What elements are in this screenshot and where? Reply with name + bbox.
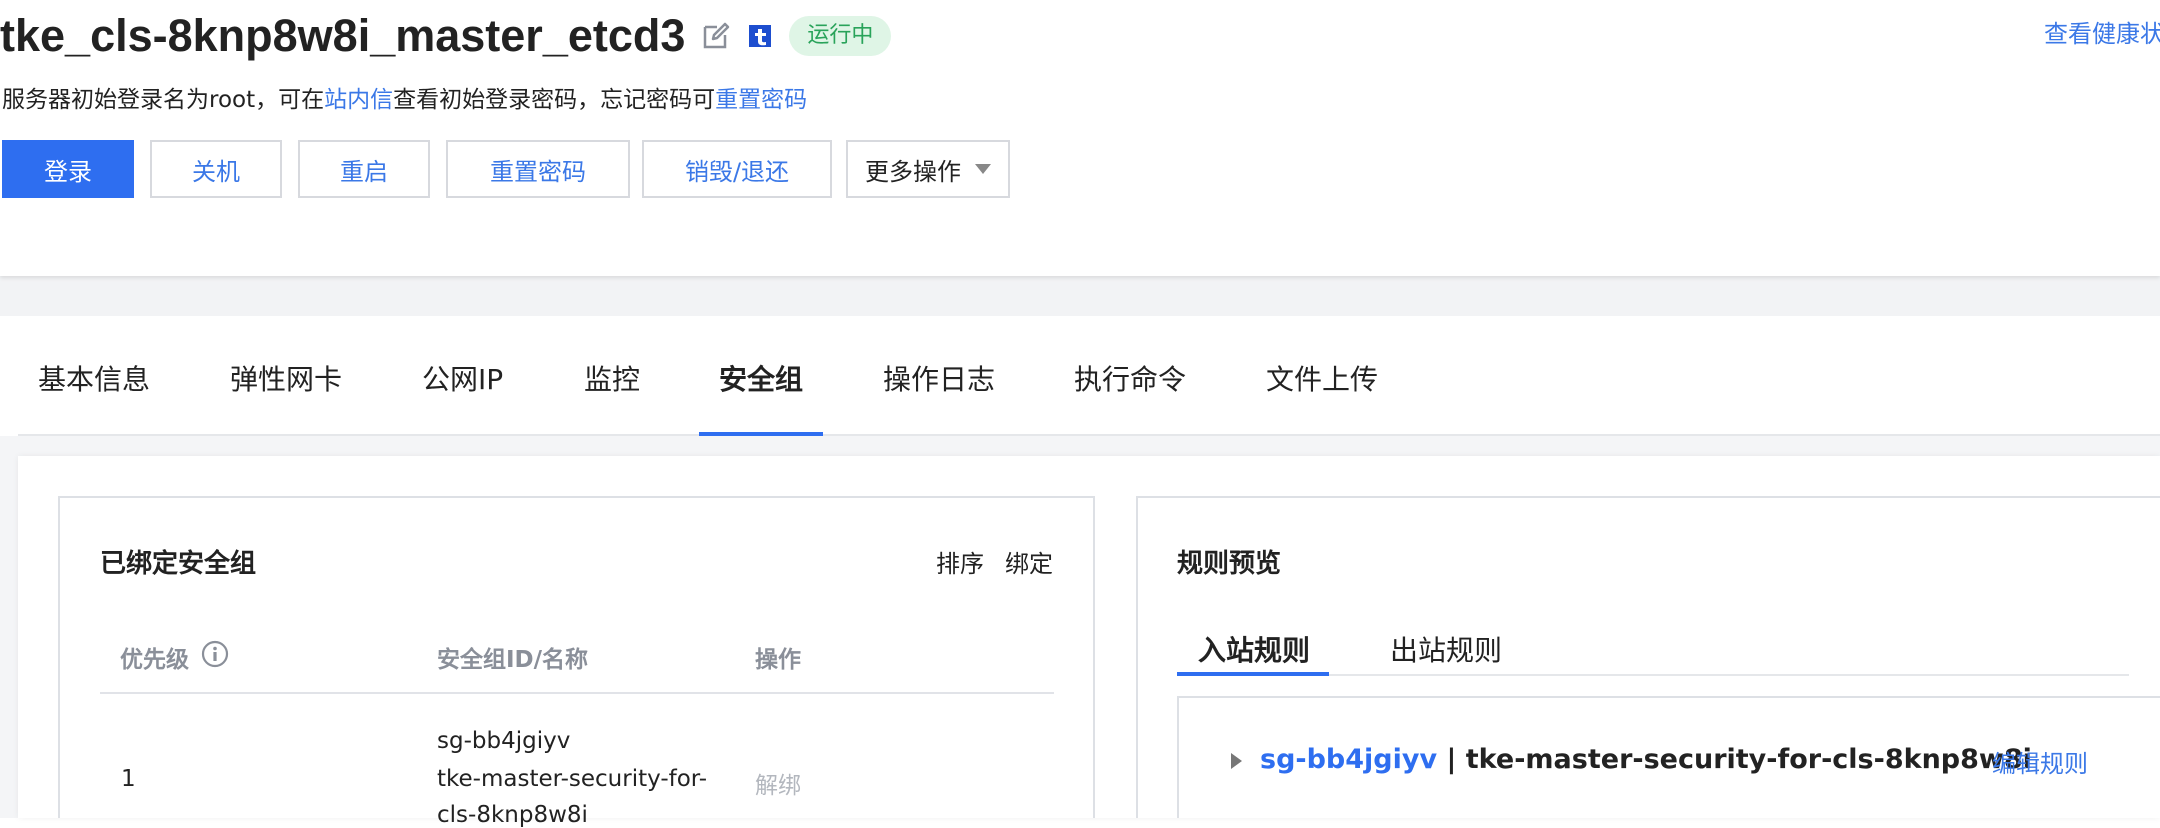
title-row: tke_cls-8knp8w8i_master_etcd3 运行中 — [0, 6, 892, 66]
login-button[interactable]: 登录 — [2, 140, 134, 198]
info-icon[interactable] — [201, 640, 229, 668]
edit-icon[interactable] — [701, 21, 731, 51]
tab-inbound-rules[interactable]: 入站规则 — [1198, 629, 1310, 669]
status-badge: 运行中 — [789, 16, 892, 56]
reset-password-button[interactable]: 重置密码 — [446, 140, 630, 198]
hint-text-2: 查看初始登录密码，忘记密码可 — [393, 87, 716, 113]
caret-right-icon[interactable] — [1231, 753, 1242, 769]
hint-text-1: 服务器初始登录名为root，可在 — [2, 87, 325, 113]
more-actions-dropdown[interactable]: 更多操作 — [846, 140, 1010, 198]
unbind-link[interactable]: 解绑 — [755, 766, 801, 800]
active-rules-tab-indicator — [1177, 672, 1329, 676]
rule-group-separator: | — [1437, 744, 1466, 775]
destroy-return-button[interactable]: 销毁/退还 — [642, 140, 832, 198]
instance-title: tke_cls-8knp8w8i_master_etcd3 — [0, 10, 686, 61]
section-divider — [0, 276, 2160, 316]
tab-basic-info[interactable]: 基本信息 — [38, 358, 150, 398]
tab-security-group[interactable]: 安全组 — [719, 358, 803, 398]
table-header-divider — [100, 692, 1054, 694]
column-operation: 操作 — [755, 647, 801, 673]
sort-link[interactable]: 排序 — [936, 544, 984, 579]
tencent-t-icon[interactable] — [745, 21, 775, 51]
tab-public-ip[interactable]: 公网IP — [422, 358, 503, 398]
tab-elastic-nic[interactable]: 弹性网卡 — [230, 358, 342, 398]
tab-file-upload[interactable]: 文件上传 — [1266, 358, 1378, 398]
health-check-link[interactable]: 查看健康状 — [2044, 14, 2160, 49]
instance-header: tke_cls-8knp8w8i_master_etcd3 运行中 查看健康状 … — [0, 0, 2160, 276]
row-priority: 1 — [121, 766, 136, 792]
tab-operation-log[interactable]: 操作日志 — [883, 358, 995, 398]
bind-link[interactable]: 绑定 — [1005, 544, 1053, 579]
chevron-down-icon — [975, 164, 991, 174]
login-hint: 服务器初始登录名为root，可在站内信查看初始登录密码，忘记密码可重置密码 — [2, 80, 807, 114]
rule-group-header[interactable]: sg-bb4jgiyv | tke-master-security-for-cl… — [1260, 744, 2032, 775]
column-id-name: 安全组ID/名称 — [437, 647, 589, 673]
tab-outbound-rules[interactable]: 出站规则 — [1390, 629, 1502, 669]
rule-group-name: tke-master-security-for-cls-8knp8w8i — [1465, 744, 2032, 775]
edit-rules-link[interactable]: 编辑规则 — [1992, 744, 2088, 779]
tab-run-command[interactable]: 执行命令 — [1074, 358, 1186, 398]
site-message-link[interactable]: 站内信 — [324, 87, 393, 113]
security-group-id-link[interactable]: sg-bb4jgiyv — [437, 728, 570, 754]
rule-group-id-link[interactable]: sg-bb4jgiyv — [1260, 744, 1437, 775]
security-group-name: tke-master-security-for- — [437, 766, 708, 792]
rules-preview-title: 规则预览 — [1177, 549, 1282, 579]
tab-monitoring[interactable]: 监控 — [584, 358, 640, 398]
restart-button[interactable]: 重启 — [298, 140, 430, 198]
more-actions-label: 更多操作 — [865, 157, 961, 186]
reset-password-link[interactable]: 重置密码 — [715, 87, 807, 113]
shutdown-button[interactable]: 关机 — [150, 140, 282, 198]
column-priority: 优先级 — [120, 647, 189, 673]
bound-groups-title: 已绑定安全组 — [100, 549, 257, 579]
security-group-name-cont: cls-8knp8w8i — [437, 802, 588, 828]
